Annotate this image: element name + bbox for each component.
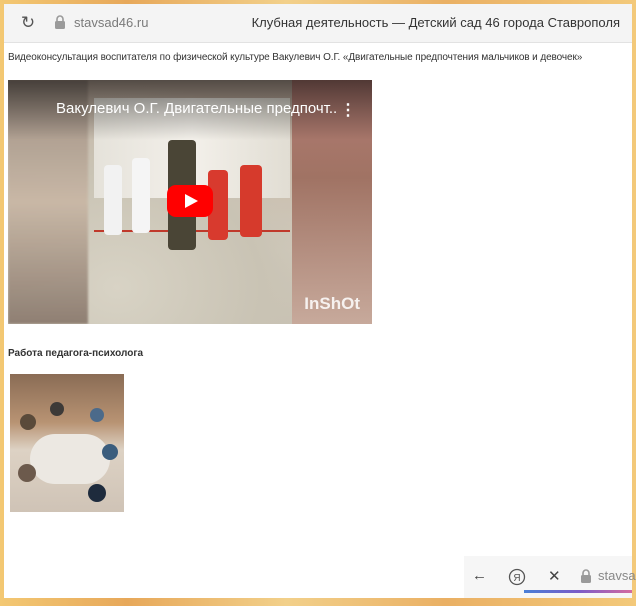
close-icon[interactable]: ✕ <box>548 567 561 585</box>
video-caption: Видеоконсультация воспитателя по физичес… <box>8 52 583 63</box>
child-figure <box>132 158 150 233</box>
reload-icon[interactable]: ↻ <box>18 13 38 33</box>
video-player[interactable]: Вакулевич О.Г. Двигательные предпочт... … <box>8 80 372 324</box>
svg-text:Я: Я <box>513 573 520 584</box>
yandex-icon[interactable]: Я <box>508 568 526 586</box>
url-text[interactable]: stavsad46.ru <box>74 15 148 30</box>
photo-person <box>90 408 104 422</box>
child-figure <box>240 165 262 237</box>
section-heading: Работа педагога-психолога <box>8 348 144 359</box>
back-arrow-icon[interactable]: ← <box>472 567 487 584</box>
video-watermark: InShOt <box>304 294 360 313</box>
more-vert-icon[interactable]: ⋮ <box>340 100 356 120</box>
photo-person <box>102 444 118 460</box>
browser-top-bar: ↻ stavsad46.ru Клубная деятельность — Де… <box>4 4 632 43</box>
play-icon[interactable] <box>167 185 213 217</box>
photo-table <box>30 434 110 484</box>
loading-progress-bar <box>524 590 632 593</box>
page: ↻ stavsad46.ru Клубная деятельность — Де… <box>4 4 636 598</box>
lock-icon <box>581 569 591 583</box>
child-figure <box>104 165 122 235</box>
photo-person <box>18 464 36 482</box>
bottom-url-text[interactable]: stavsa <box>598 568 636 583</box>
photo-person <box>88 484 106 502</box>
photo-person <box>50 402 64 416</box>
page-title: Клубная деятельность — Детский сад 46 го… <box>251 15 620 30</box>
video-title[interactable]: Вакулевич О.Г. Двигательные предпочт... <box>56 100 336 117</box>
photo-person <box>20 414 36 430</box>
psychologist-photo[interactable] <box>10 374 124 512</box>
lock-icon <box>55 15 65 29</box>
